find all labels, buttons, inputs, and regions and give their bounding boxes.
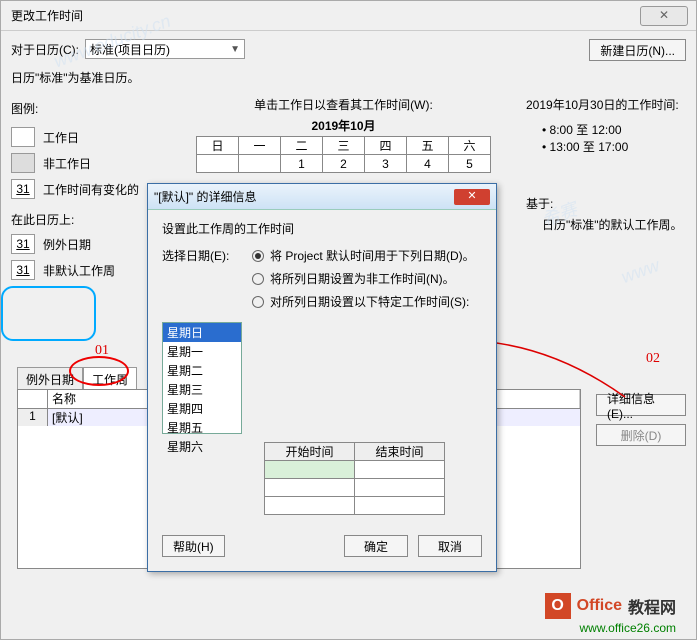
cal-cell[interactable]: 2 <box>323 155 365 173</box>
radio-icon <box>252 250 264 262</box>
grid-rownum[interactable]: 1 <box>18 409 48 426</box>
time-cell[interactable] <box>265 479 355 497</box>
worktime-date-label: 2019年10月30日的工作时间: <box>526 96 686 113</box>
details-button[interactable]: 详细信息(E)... <box>596 394 686 416</box>
list-item[interactable]: 星期一 <box>163 342 241 361</box>
cal-hdr-sun: 日 <box>197 137 239 155</box>
window-title: 更改工作时间 <box>11 7 83 24</box>
office-logo: O Office教程网 <box>545 593 676 619</box>
radio-nonworking[interactable]: 将所列日期设置为非工作时间(N)。 <box>252 270 482 287</box>
new-calendar-button[interactable]: 新建日历(N)... <box>589 39 686 61</box>
worktime-2: • 13:00 至 17:00 <box>542 138 686 155</box>
delete-button[interactable]: 删除(D) <box>596 424 686 446</box>
th-start: 开始时间 <box>265 443 355 461</box>
titlebar: 更改工作时间 ✕ <box>1 1 696 31</box>
legend-title: 图例: <box>11 96 171 121</box>
list-item[interactable]: 星期日 <box>163 323 241 342</box>
annotation-02: 02 <box>646 351 660 367</box>
cal-cell[interactable] <box>197 155 239 173</box>
annotation-01: 01 <box>95 343 109 359</box>
dialog-titlebar[interactable]: "[默认]" 的详细信息 ✕ <box>148 184 496 210</box>
office-logo-icon: O <box>545 593 571 619</box>
click-day-label: 单击工作日以查看其工作时间(W): <box>171 96 516 113</box>
legend-work-label: 工作日 <box>43 129 79 146</box>
for-calendar-label: 对于日历(C): <box>11 41 79 58</box>
cal-hdr-thu: 四 <box>365 137 407 155</box>
select-date-label: 选择日期(E): <box>162 247 252 316</box>
worktime-1: • 8:00 至 12:00 <box>542 121 686 138</box>
annotation-oval-red <box>69 356 129 386</box>
legend-exception-label: 例外日期 <box>43 236 91 253</box>
based-on-text: 日历"标准"的默认工作周。 <box>542 216 686 233</box>
list-item[interactable]: 星期六 <box>163 437 241 456</box>
calendar-month: 2019年10月 <box>171 117 516 134</box>
base-calendar-text: 日历"标准"为基准日历。 <box>1 67 696 96</box>
ok-button[interactable]: 确定 <box>344 535 408 557</box>
based-on-label: 基于: <box>526 195 686 212</box>
office-logo-url: www.office26.com <box>580 621 677 635</box>
list-item[interactable]: 星期四 <box>163 399 241 418</box>
cal-cell[interactable]: 3 <box>365 155 407 173</box>
cal-cell[interactable]: 1 <box>281 155 323 173</box>
radio-default[interactable]: 将 Project 默认时间用于下列日期(D)。 <box>252 247 482 264</box>
radio-icon <box>252 296 264 308</box>
day-list[interactable]: 星期日 星期一 星期二 星期三 星期四 星期五 星期六 <box>162 322 242 434</box>
annotation-oval-blue <box>1 286 96 341</box>
close-icon[interactable]: ✕ <box>454 189 490 205</box>
cal-hdr-tue: 二 <box>281 137 323 155</box>
worktime-panel: 2019年10月30日的工作时间: • 8:00 至 12:00 • 13:00… <box>516 96 686 286</box>
cal-hdr-mon: 一 <box>239 137 281 155</box>
help-button[interactable]: 帮助(H) <box>162 535 225 557</box>
calendar-combo[interactable]: 标准(项目日历) ▼ <box>85 39 245 59</box>
time-cell[interactable] <box>355 461 445 479</box>
swatch-nonwork <box>11 153 35 173</box>
swatch-work <box>11 127 35 147</box>
dialog-title: "[默认]" 的详细信息 <box>154 188 257 205</box>
swatch-nondefault: 31 <box>11 260 35 280</box>
window-close-button[interactable]: ✕ <box>640 6 688 26</box>
list-item[interactable]: 星期五 <box>163 418 241 437</box>
time-cell[interactable] <box>355 479 445 497</box>
chevron-down-icon: ▼ <box>230 44 240 55</box>
cal-hdr-fri: 五 <box>407 137 449 155</box>
calendar-grid[interactable]: 日 一 二 三 四 五 六 1 2 3 4 5 <box>196 136 491 173</box>
cal-cell[interactable]: 4 <box>407 155 449 173</box>
cal-cell[interactable]: 5 <box>449 155 491 173</box>
grid-rowhdr <box>18 390 48 408</box>
cancel-button[interactable]: 取消 <box>418 535 482 557</box>
list-item[interactable]: 星期三 <box>163 380 241 399</box>
legend-nondefault-label: 非默认工作周 <box>43 262 115 279</box>
th-end: 结束时间 <box>355 443 445 461</box>
cal-hdr-sat: 六 <box>449 137 491 155</box>
swatch-exception: 31 <box>11 234 35 254</box>
time-cell[interactable] <box>265 461 355 479</box>
time-cell[interactable] <box>355 497 445 515</box>
cal-cell[interactable] <box>239 155 281 173</box>
dialog-subtitle: 设置此工作周的工作时间 <box>162 220 482 237</box>
legend-edited-label: 工作时间有变化的 <box>43 181 139 198</box>
time-table[interactable]: 开始时间结束时间 <box>264 442 445 515</box>
swatch-edited: 31 <box>11 179 35 199</box>
radio-specific[interactable]: 对所列日期设置以下特定工作时间(S): <box>252 293 482 310</box>
radio-icon <box>252 273 264 285</box>
list-item[interactable]: 星期二 <box>163 361 241 380</box>
details-dialog: "[默认]" 的详细信息 ✕ 设置此工作周的工作时间 选择日期(E): 将 Pr… <box>147 183 497 572</box>
legend-nonwork-label: 非工作日 <box>43 155 91 172</box>
cal-hdr-wed: 三 <box>323 137 365 155</box>
time-cell[interactable] <box>265 497 355 515</box>
calendar-combo-value: 标准(项目日历) <box>90 41 170 58</box>
